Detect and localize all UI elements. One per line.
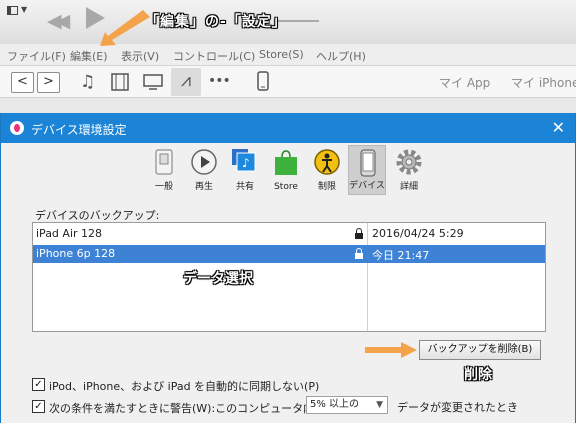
window-menu-icon[interactable] bbox=[7, 6, 18, 15]
delete-backup-button[interactable]: バックアップを削除(B) bbox=[419, 340, 541, 360]
tab-restrictions[interactable]: 制限 bbox=[308, 145, 346, 195]
player-bar: ▼ ◀◀ bbox=[0, 0, 576, 44]
tab-playback-label: 再生 bbox=[194, 182, 213, 192]
annotation-arrow-icon bbox=[365, 342, 417, 358]
film-icon[interactable] bbox=[111, 73, 129, 91]
phone-icon[interactable] bbox=[257, 71, 269, 91]
tv-icon[interactable] bbox=[143, 74, 163, 90]
forward-button[interactable]: > bbox=[37, 72, 60, 93]
tab-store-label: Store bbox=[274, 182, 298, 192]
chevron-down-icon[interactable]: ▼ bbox=[21, 5, 27, 14]
tab-general[interactable]: 一般 bbox=[145, 145, 183, 195]
apps-icon[interactable]: ⩘ bbox=[171, 68, 201, 96]
tab-sharing[interactable]: ♪ 共有 bbox=[226, 145, 264, 195]
svg-text:♪: ♪ bbox=[242, 156, 250, 170]
tab-my-iphone[interactable]: マイ iPhone bbox=[511, 74, 576, 91]
backups-heading: デバイスのバックアップ: bbox=[35, 209, 160, 222]
option-warn-tail: データが変更されたとき bbox=[397, 401, 518, 414]
backup-name: iPad Air 128 bbox=[36, 227, 103, 240]
tab-restrictions-label: 制限 bbox=[317, 182, 336, 192]
threshold-value: 5% 以上の bbox=[310, 399, 360, 410]
lock-icon bbox=[355, 248, 363, 259]
back-button[interactable]: < bbox=[11, 72, 34, 93]
backup-list[interactable]: iPad Air 128 2016/04/24 5:29 iPhone 6p 1… bbox=[32, 222, 546, 332]
table-row-selected[interactable]: iPhone 6p 128 今日 21:47 bbox=[33, 245, 545, 263]
backup-date: 今日 21:47 bbox=[372, 249, 430, 262]
tab-devices-label: デバイス bbox=[349, 181, 385, 191]
tab-advanced[interactable]: 詳細 bbox=[390, 145, 428, 195]
menu-controls[interactable]: コントロール(C) bbox=[173, 48, 255, 64]
tab-my-apps[interactable]: マイ App bbox=[439, 74, 490, 91]
annotation-delete: 削除 bbox=[464, 367, 492, 383]
annotation-edit-settings: 「編集」の-「設定」 bbox=[145, 14, 287, 30]
annotation-arrow-icon bbox=[100, 10, 150, 46]
music-icon[interactable]: ♫ bbox=[80, 72, 95, 92]
tab-sharing-label: 共有 bbox=[235, 182, 254, 192]
gear-icon bbox=[396, 149, 422, 175]
chevron-down-icon: ▼ bbox=[376, 400, 383, 410]
backup-name: iPhone 6p 128 bbox=[36, 247, 116, 260]
sharing-icon: ♪ bbox=[232, 149, 256, 172]
warn-checkbox[interactable]: ✓ bbox=[32, 400, 45, 413]
dialog-title-bar: デバイス環境設定 ✕ bbox=[1, 113, 575, 143]
store-bag-icon bbox=[275, 150, 297, 175]
itunes-icon bbox=[10, 121, 24, 135]
tab-advanced-label: 詳細 bbox=[399, 182, 418, 192]
close-button[interactable]: ✕ bbox=[552, 118, 565, 137]
tab-general-label: 一般 bbox=[154, 182, 173, 192]
general-switch-icon bbox=[155, 149, 173, 175]
menu-store[interactable]: Store(S) bbox=[259, 48, 304, 61]
table-row[interactable]: iPad Air 128 2016/04/24 5:29 bbox=[33, 225, 545, 243]
annotation-data-select: データ選択 bbox=[183, 271, 253, 287]
tab-playback[interactable]: 再生 bbox=[185, 145, 223, 195]
preferences-toolbar: 一般 再生 ♪ 共有 Store 制限 デバイス 詳細 bbox=[1, 143, 575, 196]
menu-help[interactable]: ヘルプ(H) bbox=[316, 48, 366, 64]
menu-edit[interactable]: 編集(E) bbox=[70, 48, 108, 64]
device-preferences-dialog: デバイス環境設定 ✕ 一般 再生 ♪ 共有 Store 制限 デバイス 詳細 デ… bbox=[0, 113, 576, 423]
threshold-select[interactable]: 5% 以上の ▼ bbox=[306, 396, 388, 414]
menu-file[interactable]: ファイル(F) bbox=[7, 48, 66, 64]
more-icon[interactable]: ••• bbox=[208, 71, 231, 91]
restrictions-icon bbox=[314, 149, 340, 175]
tab-devices[interactable]: デバイス bbox=[348, 145, 386, 195]
option-warn-label: 次の条件を満たすときに警告(W):このコンピュータ内の bbox=[49, 402, 326, 415]
option-no-auto-sync-label: iPod、iPhone、および iPad を自動的に同期しない(P) bbox=[49, 380, 320, 393]
backup-date: 2016/04/24 5:29 bbox=[372, 227, 464, 240]
navigation-bar: < > ♫ ⩘ ••• マイ App マイ iPhone bbox=[0, 66, 576, 98]
sync-checkbox[interactable]: ✓ bbox=[32, 378, 45, 391]
lock-icon bbox=[355, 228, 363, 239]
tab-store[interactable]: Store bbox=[267, 145, 305, 195]
menu-bar: ファイル(F) 編集(E) 表示(V) コントロール(C) Store(S) ヘ… bbox=[0, 44, 576, 66]
dialog-title: デバイス環境設定 bbox=[31, 123, 127, 137]
previous-track-button[interactable]: ◀◀ bbox=[47, 10, 70, 32]
device-icon bbox=[360, 149, 376, 177]
menu-view[interactable]: 表示(V) bbox=[121, 48, 159, 64]
play-icon bbox=[191, 149, 217, 175]
